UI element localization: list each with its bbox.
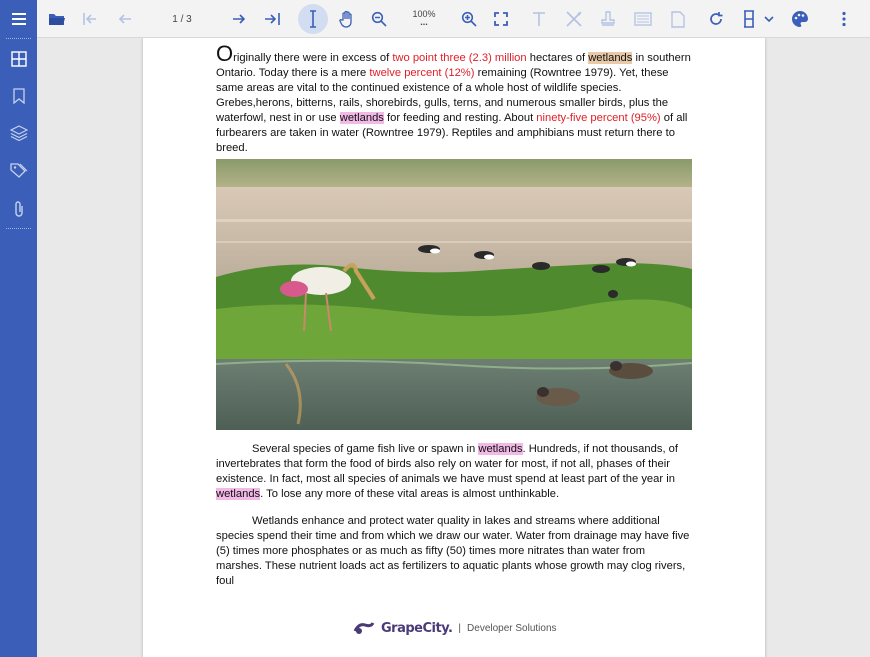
more-icon[interactable] xyxy=(834,0,854,38)
bookmark-icon[interactable] xyxy=(0,77,37,114)
highlight-wetlands: wetlands xyxy=(478,443,523,455)
wetland-birds-photo xyxy=(216,159,692,430)
tags-icon[interactable] xyxy=(0,151,37,188)
sidebar-divider xyxy=(6,38,31,39)
text-run: . To lose any more of these vital areas … xyxy=(260,488,560,500)
text-run: Wetlands enhance and protect water quali… xyxy=(216,515,690,587)
red-text: ninety-five percent (95%) xyxy=(536,112,661,124)
layers-icon[interactable] xyxy=(0,114,37,151)
edit-tools-icon[interactable] xyxy=(563,0,585,38)
text-run: hectares of xyxy=(526,52,589,64)
next-page-icon[interactable] xyxy=(229,0,249,38)
previous-page-icon[interactable] xyxy=(115,0,135,38)
text-run: Several species of game fish live or spa… xyxy=(252,443,479,455)
first-page-icon[interactable] xyxy=(80,0,100,38)
zoom-out-icon[interactable] xyxy=(369,0,389,38)
text-run: for feeding and resting. About xyxy=(383,112,537,124)
page-icon[interactable] xyxy=(668,0,688,38)
text-tool-icon[interactable] xyxy=(529,0,549,38)
document-page: Originally there were in excess of two p… xyxy=(143,38,765,657)
page-indicator[interactable]: 1 / 3 xyxy=(162,0,202,38)
logo-text: GrapeCity. xyxy=(381,620,453,636)
footer-separator: | xyxy=(458,622,462,634)
document-viewer[interactable]: Originally there were in excess of two p… xyxy=(37,38,870,657)
text-select-icon[interactable] xyxy=(303,0,323,38)
rotate-icon[interactable] xyxy=(706,0,726,38)
highlight-wetlands: wetlands xyxy=(588,52,633,64)
view-mode-icon[interactable] xyxy=(739,0,777,38)
theme-palette-icon[interactable] xyxy=(790,0,810,38)
paragraph-2: Several species of game fish live or spa… xyxy=(216,442,694,502)
thumbnails-icon[interactable] xyxy=(0,40,37,77)
sidebar-divider xyxy=(6,228,31,229)
paragraph-1: Originally there were in excess of two p… xyxy=(216,43,694,156)
zoom-level[interactable]: 100% ... xyxy=(405,2,443,32)
attachment-icon[interactable] xyxy=(0,190,37,227)
pan-hand-icon[interactable] xyxy=(337,0,357,38)
zoom-in-icon[interactable] xyxy=(459,0,479,38)
last-page-icon[interactable] xyxy=(262,0,284,38)
highlight-wetlands: wetlands xyxy=(216,488,261,500)
page-footer: GrapeCity. | Developer Solutions xyxy=(353,618,563,638)
stamp-icon[interactable] xyxy=(598,0,618,38)
footer-tagline: Developer Solutions xyxy=(467,622,557,634)
dropcap: O xyxy=(216,41,234,66)
highlight-wetlands: wetlands xyxy=(339,112,384,124)
red-text: two point three (2.3) million xyxy=(392,52,527,64)
paragraph-3: Wetlands enhance and protect water quali… xyxy=(216,514,694,589)
sidebar xyxy=(0,0,37,657)
form-icon[interactable] xyxy=(632,0,654,38)
grapecity-logo-icon xyxy=(353,622,375,634)
red-text: twelve percent (12%) xyxy=(369,67,475,79)
zoom-more: ... xyxy=(420,17,428,27)
fullscreen-icon[interactable] xyxy=(491,0,511,38)
open-folder-icon[interactable] xyxy=(44,0,70,38)
text-run: riginally there were in excess of xyxy=(233,52,393,64)
main-toolbar: 1 / 3 100% ... xyxy=(0,0,870,38)
hamburger-icon[interactable] xyxy=(0,0,37,37)
